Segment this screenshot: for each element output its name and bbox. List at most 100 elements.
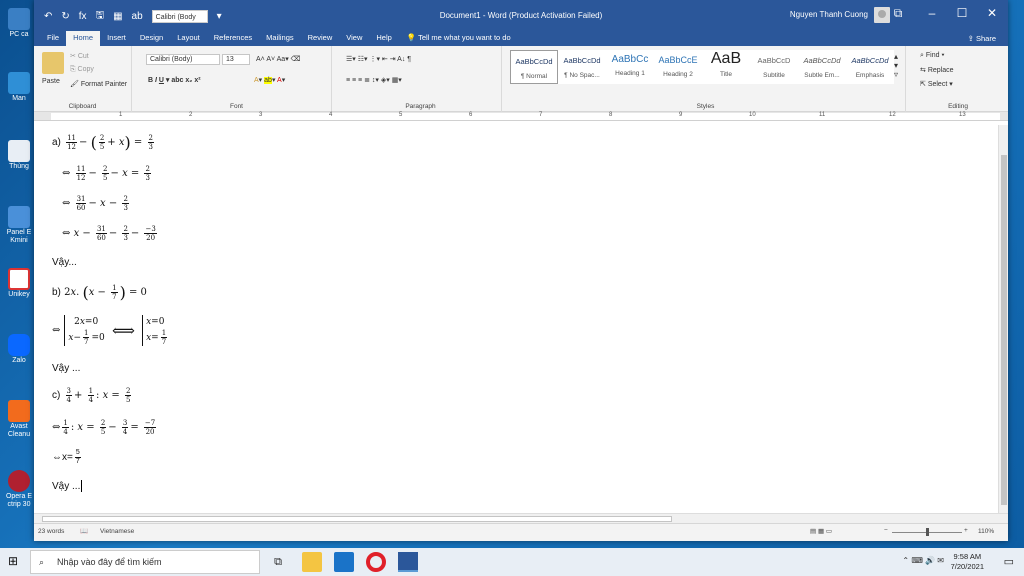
tab-insert[interactable]: Insert [100,31,133,46]
zoom-in-icon[interactable]: + [964,527,968,534]
line-a-step3: ⇔ x − 31 60− 2 3− −3 20 [62,225,157,242]
replace-button[interactable]: ⇆ Replace [920,66,954,74]
avast-icon [8,400,30,422]
select-button[interactable]: ⇱ Select ▾ [920,80,953,88]
zoom-slider-thumb[interactable] [926,528,929,536]
line-c-step2: ⇔x= 5 7 [52,449,81,465]
style-heading1[interactable]: AaBbCc Heading 1 [606,50,654,84]
styles-scroll-icon[interactable]: ▴ ▾ ▿ [894,52,898,79]
ribbon: Paste ✂ Cut ⎘ Copy 🖌 Format Painter Clip… [34,46,1008,112]
style-title[interactable]: AaB Title [702,50,750,84]
tab-help[interactable]: Help [369,31,398,46]
word-taskbar-icon[interactable] [398,552,418,572]
tab-review[interactable]: Review [301,31,340,46]
font-size-select[interactable]: 13 [222,54,250,65]
style-subtitle[interactable]: AaBbCcD Subtitle [750,50,798,84]
copy-icon: ⎘ [70,66,78,73]
paste-icon[interactable] [42,52,64,74]
cut-button[interactable]: ✂ Cut [70,52,89,60]
font-color-icons[interactable]: A▾ ab▾ A▾ [254,76,285,84]
ruler-number: 9 [679,112,683,118]
ruler-number: 5 [399,112,403,118]
language[interactable]: Vietnamese [100,528,134,535]
opera-icon [8,470,30,492]
horizontal-scrollbar[interactable] [34,513,1008,523]
grow-font-icon[interactable]: A˄ A˅ Aa▾ ⌫ [256,55,301,63]
style-heading2[interactable]: AaBbCcE Heading 2 [654,50,702,84]
ruler-track [51,113,1000,120]
styles-label: Styles [696,103,715,110]
desktop-icon-panel[interactable]: Panel E Kmini [4,206,34,245]
text-cursor [81,480,83,492]
style-normal[interactable]: AaBbCcDd ¶ Normal [510,50,558,84]
proofing-icon[interactable]: 📖 [80,527,88,535]
desktop-icon-pc[interactable]: PC ca [4,8,34,39]
desktop-icon-recycle[interactable]: Thùng [4,140,34,171]
find-button[interactable]: ⌕ Find ▾ [920,52,944,60]
word-count[interactable]: 23 words [38,528,64,535]
mail-icon[interactable] [334,552,354,572]
ribbon-display-icon[interactable]: ⧉ [888,6,908,21]
line-a-step1: ⇔ 11 12− 2 5− x = 23 [62,165,151,182]
vertical-scroll-thumb[interactable] [1001,155,1007,505]
share-button[interactable]: ⇪ Share [968,34,996,43]
line-a: a) 11 12− (2 5 + x) = 23 [52,133,154,152]
tab-home[interactable]: Home [66,31,101,46]
clock[interactable]: 9:58 AM 7/20/2021 [951,552,984,572]
desktop-icon-unikey[interactable]: Unikey [4,268,34,299]
ruler-number: 11 [819,112,826,118]
document-page[interactable]: a) 11 12− (2 5 + x) = 23 ⇔ 11 12− 2 5− x = 23… [34,125,998,513]
tab-file[interactable]: File [40,31,66,46]
ruler-number: 10 [749,112,756,118]
tray-icons[interactable]: ⌃ ⌨ 🔊 ✉ [902,556,944,565]
desktop-icon-opera[interactable]: Opera E ctrip 30 [4,470,34,509]
style-subtle-emphasis[interactable]: AaBbCcDd Subtle Em... [798,50,846,84]
opera-taskbar-icon[interactable] [366,552,386,572]
search-icon: ⌕ [39,557,45,567]
style-no-spacing[interactable]: AaBbCcDd ¶ No Spac... [558,50,606,84]
paste-button[interactable]: Paste [42,78,60,85]
windows-start-icon[interactable]: ⊞ [8,554,18,568]
editing-label: Editing [948,103,968,110]
tell-me-search[interactable]: 💡 Tell me what you want to do [407,33,511,46]
ruler-number: 8 [609,112,613,118]
minimize-icon[interactable]: – [922,6,942,20]
maximize-icon[interactable]: ☐ [952,6,972,20]
copy-button[interactable]: ⎘ Copy [70,66,94,74]
word-window: ↶ ↻ fx 🖫 ▦ ab Calibri (Body ▾ Document1 … [34,0,1008,541]
font-name-select[interactable]: Calibri (Body) [146,54,220,65]
taskbar: ⊞ ⌕ Nhập vào đây để tìm kiếm ⧉ ⌃ ⌨ 🔊 ✉ 9:… [0,548,1024,576]
task-view-icon[interactable]: ⧉ [268,552,288,572]
ruler-number: 12 [889,112,896,118]
lightbulb-icon: 💡 [406,33,419,42]
horizontal-scroll-thumb[interactable] [42,516,672,522]
tab-layout[interactable]: Layout [170,31,207,46]
view-mode-icons[interactable]: ▤ ▦ ▭ [810,527,832,535]
tab-mailings[interactable]: Mailings [259,31,301,46]
notifications-icon[interactable]: ▭ [1004,555,1014,568]
zoom-level[interactable]: 110% [978,528,994,535]
file-explorer-icon[interactable] [302,552,322,572]
close-icon[interactable]: ✕ [982,6,1002,20]
tab-view[interactable]: View [339,31,369,46]
align-icons[interactable]: ≡ ≡ ≡ ≣ ↕▾ ◈▾ ▦▾ [346,76,402,84]
ruler-number: 3 [259,112,263,118]
replace-icon: ⇆ [920,67,928,74]
font-format-icons[interactable]: B I U ▾ abc x₂ x² [148,76,201,84]
list-icons[interactable]: ☰▾ ☷▾ ⋮▾ ⇤ ⇥ A↓ ¶ [346,55,411,63]
vertical-scrollbar[interactable] [998,125,1008,515]
computer-icon [8,8,30,30]
tab-design[interactable]: Design [133,31,170,46]
zoom-out-icon[interactable]: − [884,527,888,534]
user-name[interactable]: Nguyen Thanh Cuong [790,10,868,19]
style-emphasis[interactable]: AaBbCcDd Emphasis [846,50,894,84]
horizontal-ruler[interactable]: 1 2 3 4 5 6 7 8 9 10 11 12 13 [34,112,1008,121]
scissors-icon: ✂ [70,53,78,60]
tab-references[interactable]: References [207,31,259,46]
desktop-icon-zalo[interactable]: Zalo [4,334,34,365]
desktop-icon-avast[interactable]: Avast Cleanu [4,400,34,439]
font-group: Calibri (Body) 13 A˄ A˅ Aa▾ ⌫ B I U ▾ ab… [142,46,332,112]
taskbar-search[interactable]: ⌕ Nhập vào đây để tìm kiếm [30,550,260,574]
desktop-icon-man[interactable]: Man [4,72,34,103]
format-painter-button[interactable]: 🖌 Format Painter [70,80,127,88]
